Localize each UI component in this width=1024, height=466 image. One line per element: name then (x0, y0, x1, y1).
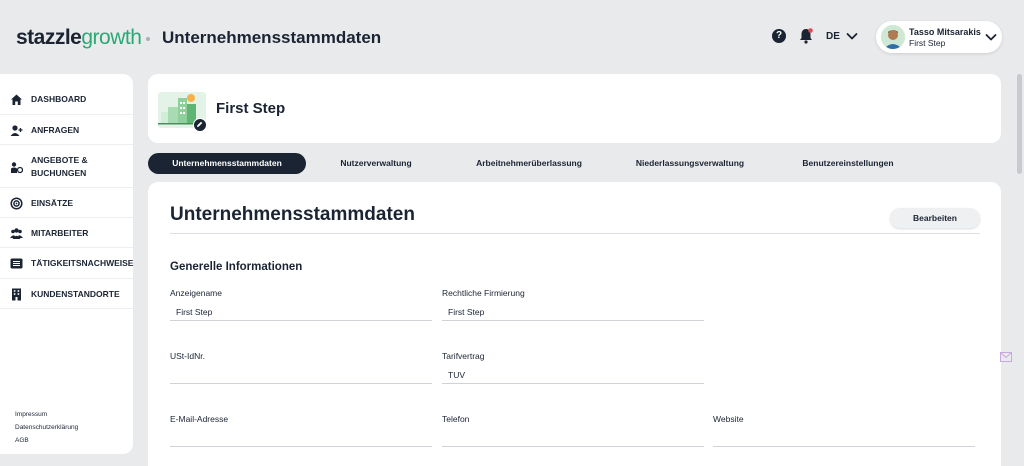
page-title: Unternehmensstammdaten (162, 28, 382, 47)
tab-unternehmensstammdaten[interactable]: Unternehmensstammdaten (148, 153, 306, 174)
tariff-agreement-input[interactable]: TUV (442, 367, 704, 384)
user-menu[interactable]: Tasso Mitsarakis First Step (876, 21, 1002, 53)
sidebar: DASHBOARD ANFRAGEN ANGEBOTE & BUCHUNGEN … (0, 74, 133, 454)
bell-icon[interactable] (797, 27, 815, 45)
top-bar: stazzlegrowth Unternehmensstammdaten ? D… (0, 0, 1024, 74)
building-icon (12, 288, 21, 301)
page-scrollbar[interactable] (1017, 74, 1022, 174)
sidebar-item-dashboard[interactable]: DASHBOARD (0, 84, 133, 115)
language-selector[interactable]: DE (826, 31, 840, 42)
group-icon (10, 228, 23, 239)
brand-logo[interactable]: stazzlegrowth (16, 26, 142, 50)
phone-input[interactable] (442, 430, 704, 447)
tab-nutzerverwaltung[interactable]: Nutzerverwaltung (324, 153, 428, 174)
edit-pencil-icon[interactable] (193, 118, 207, 132)
email-input[interactable] (170, 430, 432, 447)
vat-id-input[interactable] (170, 367, 432, 384)
target-icon (10, 197, 23, 210)
company-header-card: First Step (148, 74, 1001, 143)
user-plus-icon (10, 125, 23, 136)
display-name-input[interactable]: First Step (170, 304, 432, 321)
list-icon (10, 258, 23, 269)
footer-link-impressum[interactable]: Impressum (15, 411, 47, 418)
sidebar-item-angebote-buchungen[interactable]: ANGEBOTE & BUCHUNGEN (0, 145, 133, 188)
sidebar-item-kundenstandorte[interactable]: KUNDENSTANDORTE (0, 279, 133, 309)
divider (170, 233, 980, 234)
website-input[interactable] (713, 430, 975, 447)
subsection-title: Generelle Informationen (170, 261, 303, 273)
tab-benutzereinstellungen[interactable]: Benutzereinstellungen (784, 153, 912, 174)
chevron-down-icon[interactable] (985, 32, 997, 42)
section-title: Unternehmensstammdaten (170, 204, 415, 225)
legal-name-input[interactable]: First Step (442, 304, 704, 321)
sidebar-item-mitarbeiter[interactable]: MITARBEITER (0, 218, 133, 248)
user-company: First Step (909, 38, 946, 48)
edit-button[interactable]: Bearbeiten (890, 208, 980, 228)
footer-link-agb[interactable]: AGB (15, 437, 29, 444)
user-name: Tasso Mitsarakis (909, 27, 981, 37)
sidebar-item-taetigkeitsnachweise[interactable]: TÄTIGKEITSNACHWEISE (0, 248, 133, 279)
offers-icon (11, 162, 23, 174)
chevron-down-icon[interactable] (846, 31, 858, 41)
tab-arbeitnehmerueberlassung[interactable]: Arbeitnehmerüberlassung (454, 153, 604, 174)
mail-icon[interactable] (1000, 352, 1012, 362)
avatar (881, 25, 905, 49)
home-icon (11, 94, 22, 105)
tab-niederlassungsverwaltung[interactable]: Niederlassungsverwaltung (618, 153, 762, 174)
sidebar-item-einsaetze[interactable]: EINSÄTZE (0, 188, 133, 218)
sidebar-item-anfragen[interactable]: ANFRAGEN (0, 115, 133, 145)
footer-link-datenschutz[interactable]: Datenschutzerklärung (15, 424, 78, 431)
company-details-card: Unternehmensstammdaten Bearbeiten Genere… (148, 182, 1001, 466)
company-name: First Step (216, 100, 286, 117)
title-separator (146, 37, 150, 41)
question-icon[interactable]: ? (772, 29, 786, 43)
